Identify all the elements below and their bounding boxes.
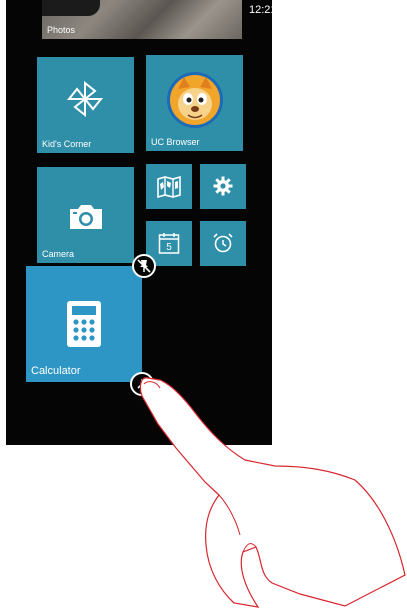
finger-gesture-illustration	[139, 377, 406, 608]
